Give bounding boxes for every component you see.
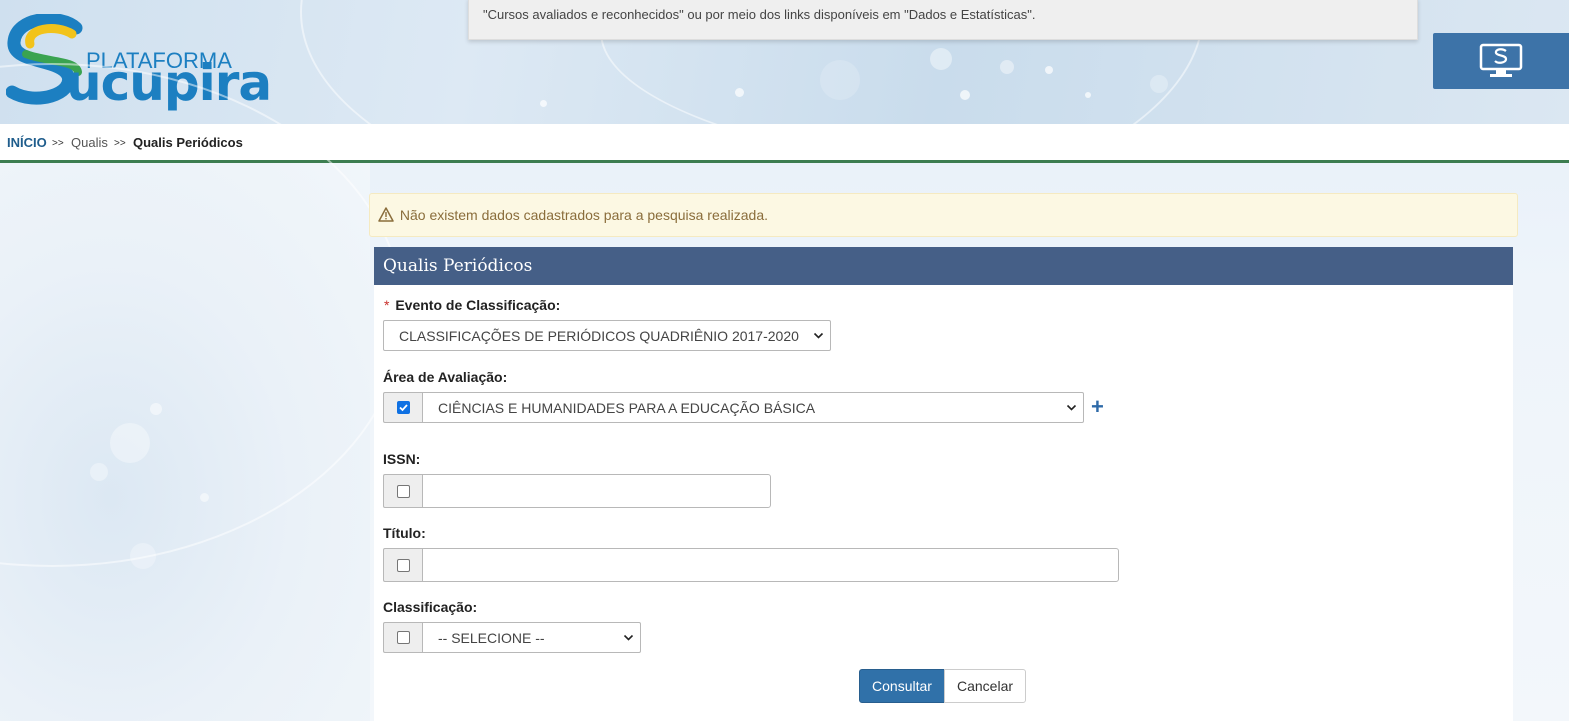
evento-label: * Evento de Classificação: (384, 297, 560, 313)
page: PLATAFORMA ucupira "Cursos avaliados e r… (0, 0, 1569, 721)
header-bubble (1045, 66, 1053, 74)
warning-icon (378, 207, 394, 222)
monitor-sucupira-icon (1479, 43, 1523, 77)
chevron-down-icon (813, 332, 824, 339)
issn-checkbox-addon (383, 474, 422, 508)
titulo-checkbox-addon (383, 548, 422, 582)
header-bubble (1150, 75, 1168, 93)
evento-select[interactable]: CLASSIFICAÇÕES DE PERIÓDICOS QUADRIÊNIO … (383, 320, 831, 351)
classificacao-select-value: -- SELECIONE -- (438, 630, 545, 646)
cancelar-button[interactable]: Cancelar (944, 669, 1026, 703)
check-icon (399, 404, 408, 412)
evento-label-text: Evento de Classificação: (395, 297, 561, 313)
warning-alert: Não existem dados cadastrados para a pes… (369, 193, 1518, 237)
issn-checkbox[interactable] (397, 485, 410, 498)
area-checkbox[interactable] (397, 401, 410, 414)
header-info-box: "Cursos avaliados e reconhecidos" ou por… (468, 0, 1418, 40)
area-select-value: CIÊNCIAS E HUMANIDADES PARA A EDUCAÇÃO B… (438, 400, 816, 416)
classificacao-checkbox[interactable] (397, 631, 410, 644)
header-bubble (1000, 60, 1014, 74)
monitor-button[interactable] (1433, 33, 1569, 89)
area-label: Área de Avaliação: (383, 369, 508, 385)
header-bubble (735, 88, 744, 97)
header-bubble (540, 100, 547, 107)
classificacao-checkbox-addon (383, 622, 422, 653)
required-marker: * (384, 297, 390, 313)
add-area-button[interactable]: + (1091, 396, 1104, 418)
header-info-text: "Cursos avaliados e reconhecidos" ou por… (483, 7, 1036, 22)
qualis-form-panel: Qualis Periódicos * Evento de Classifica… (374, 247, 1513, 721)
titulo-label: Título: (383, 525, 426, 541)
area-checkbox-addon (383, 392, 422, 423)
background-decoration (0, 63, 404, 721)
header-bubble (930, 48, 952, 70)
alert-text: Não existem dados cadastrados para a pes… (399, 207, 768, 223)
titulo-input[interactable] (422, 548, 1119, 582)
header-bubble (820, 60, 860, 100)
issn-label: ISSN: (383, 451, 421, 467)
evento-select-value: CLASSIFICAÇÕES DE PERIÓDICOS QUADRIÊNIO … (399, 328, 799, 344)
chevron-down-icon (1066, 404, 1077, 411)
header-bubble (1085, 92, 1091, 98)
header-bubble (960, 90, 970, 100)
area-select[interactable]: CIÊNCIAS E HUMANIDADES PARA A EDUCAÇÃO B… (422, 392, 1084, 423)
classificacao-select[interactable]: -- SELECIONE -- (422, 622, 641, 653)
panel-title: Qualis Periódicos (374, 247, 1513, 285)
issn-input[interactable] (422, 474, 771, 508)
classificacao-label: Classificação: (383, 599, 478, 615)
consultar-button[interactable]: Consultar (859, 669, 945, 703)
chevron-down-icon (623, 634, 634, 641)
titulo-checkbox[interactable] (397, 559, 410, 572)
